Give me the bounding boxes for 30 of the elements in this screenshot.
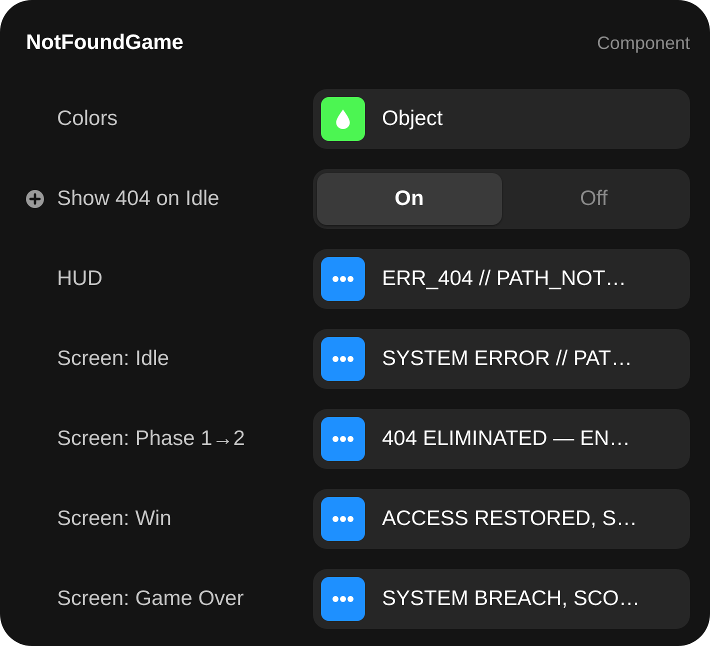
- panel-title: NotFoundGame: [26, 30, 184, 56]
- drop-icon: [321, 97, 365, 141]
- more-icon: [321, 417, 365, 461]
- text-field[interactable]: ACCESS RESTORED, S…: [313, 489, 690, 549]
- property-label: HUD: [57, 266, 102, 292]
- field-value: ACCESS RESTORED, S…: [382, 506, 638, 532]
- more-icon: [321, 497, 365, 541]
- field-value: 404 ELIMINATED — EN…: [382, 426, 630, 452]
- toggle-option[interactable]: Off: [502, 173, 686, 225]
- property-label: Colors: [57, 106, 118, 132]
- property-label: Screen: Win: [57, 506, 172, 532]
- text-field[interactable]: ERR_404 // PATH_NOT…: [313, 249, 690, 309]
- type-label: Component: [596, 32, 690, 55]
- more-icon: [321, 577, 365, 621]
- more-icon: [321, 257, 365, 301]
- add-icon[interactable]: [26, 190, 44, 208]
- field-value: ERR_404 // PATH_NOT…: [382, 266, 626, 292]
- toggle-option[interactable]: On: [317, 173, 502, 225]
- property-label: Show 404 on Idle: [57, 186, 220, 212]
- field-value: Object: [382, 106, 443, 132]
- field-value: SYSTEM BREACH, SCO…: [382, 586, 640, 612]
- property-label: Screen: Idle: [57, 346, 170, 372]
- more-icon: [321, 337, 365, 381]
- property-label: Screen: Game Over: [57, 586, 244, 612]
- color-field[interactable]: Object: [313, 89, 690, 149]
- text-field[interactable]: 404 ELIMINATED — EN…: [313, 409, 690, 469]
- text-field[interactable]: SYSTEM BREACH, SCO…: [313, 569, 690, 629]
- field-value: SYSTEM ERROR // PAT…: [382, 346, 632, 372]
- property-label: Screen: Phase 1→2: [57, 426, 245, 452]
- text-field[interactable]: SYSTEM ERROR // PAT…: [313, 329, 690, 389]
